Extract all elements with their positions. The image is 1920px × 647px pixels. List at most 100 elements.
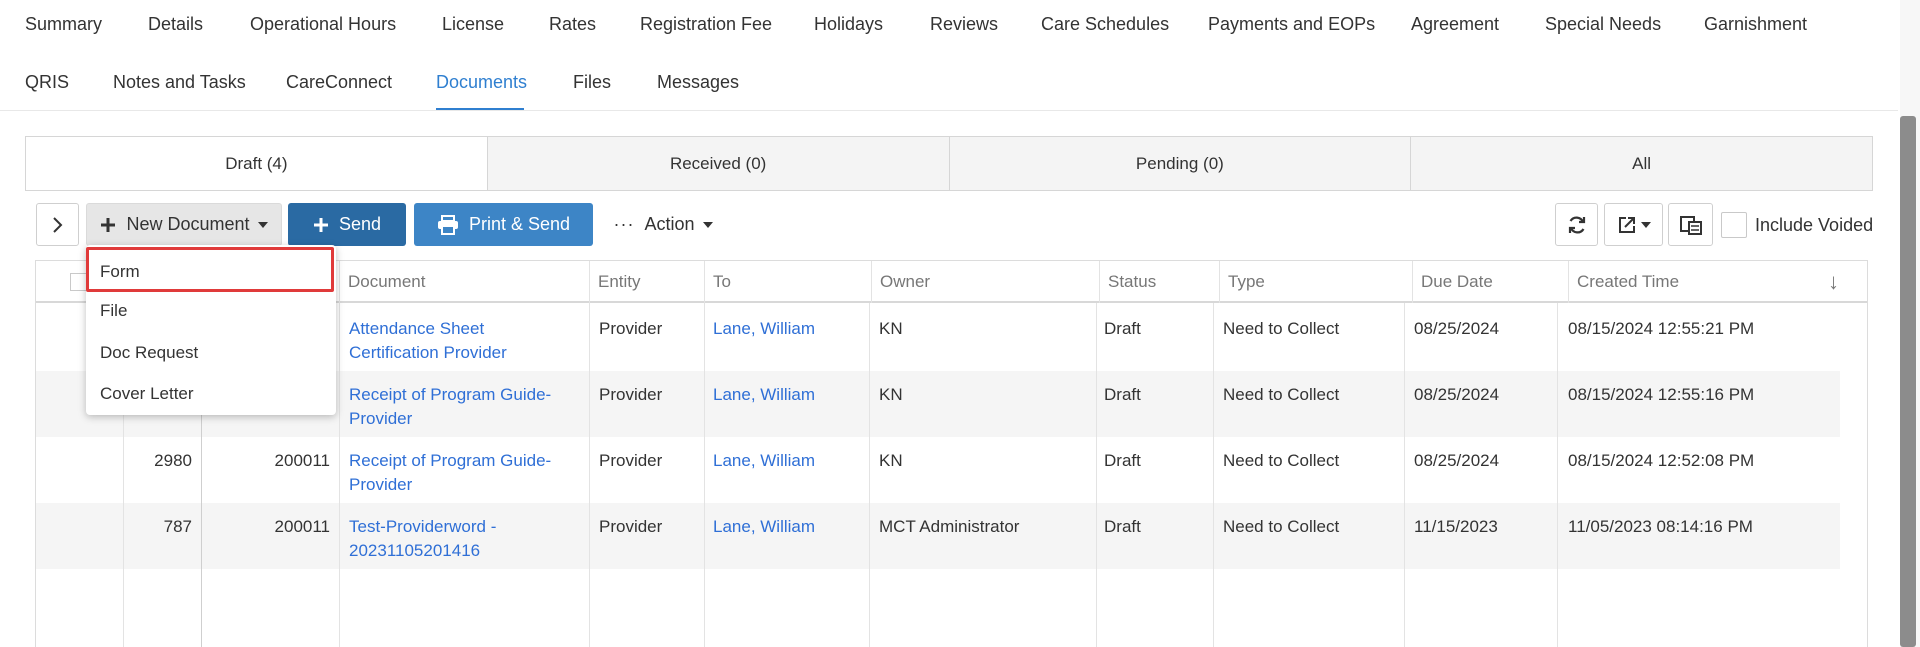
send-label: Send	[338, 214, 382, 234]
column-chooser-icon	[1679, 215, 1702, 235]
cell-entity: Provider	[599, 385, 663, 404]
column-header-type[interactable]: Type	[1219, 261, 1412, 303]
nav-qris[interactable]: QRIS	[25, 58, 69, 106]
document-line-2: Provider	[349, 475, 413, 494]
table-row[interactable]: 787 200011 Test-Providerword - 2023110520…	[36, 503, 1840, 569]
document-line-1: Attendance Sheet	[349, 319, 485, 338]
cell-entity: Provider	[599, 451, 663, 470]
action-menu-button[interactable]: ··· Action	[604, 203, 722, 246]
plus-icon	[100, 217, 116, 233]
nav-holidays[interactable]: Holidays	[814, 0, 883, 48]
include-voided-label: Include Voided	[1755, 214, 1874, 235]
column-header-status[interactable]: Status	[1099, 261, 1219, 303]
printer-icon	[437, 214, 459, 235]
scrollbar-track[interactable]	[1900, 0, 1920, 647]
cell-owner: KN	[879, 451, 903, 470]
cell-entity: Provider	[599, 319, 663, 338]
cell-to-link[interactable]: Lane, William	[713, 515, 815, 539]
nav-license[interactable]: License	[442, 0, 504, 48]
cell-type: Need to Collect	[1223, 385, 1340, 404]
column-header-to[interactable]: To	[704, 261, 871, 303]
cell-due-date: 08/25/2024	[1414, 451, 1500, 470]
column-header-entity[interactable]: Entity	[589, 261, 704, 303]
cell-id: 2980	[154, 451, 192, 470]
cell-type: Need to Collect	[1223, 517, 1340, 536]
nav-garnishment[interactable]: Garnishment	[1704, 0, 1807, 48]
menu-item-cover-letter[interactable]: Cover Letter	[100, 384, 194, 404]
cell-document-link[interactable]: Attendance Sheet Certification Provider	[349, 317, 507, 365]
grid-divider	[1096, 303, 1097, 647]
column-chooser-button[interactable]	[1668, 203, 1713, 246]
cell-document-link[interactable]: Receipt of Program Guide- Provider	[349, 449, 551, 497]
nav-care-schedules[interactable]: Care Schedules	[1041, 0, 1169, 48]
cell-status: Draft	[1104, 451, 1141, 470]
nav-summary[interactable]: Summary	[25, 0, 102, 48]
chevron-right-icon	[52, 216, 62, 233]
menu-item-file[interactable]: File	[100, 301, 127, 321]
nav-agreement[interactable]: Agreement	[1411, 0, 1499, 48]
subtab-pending[interactable]: Pending (0)	[950, 137, 1412, 190]
grid-divider	[1557, 303, 1558, 647]
nav-reviews[interactable]: Reviews	[930, 0, 998, 48]
menu-item-form[interactable]: Form	[100, 262, 140, 282]
cell-owner: KN	[879, 385, 903, 404]
nav-registration-fee[interactable]: Registration Fee	[640, 0, 772, 48]
cell-code: 200011	[274, 451, 330, 470]
table-row[interactable]: 2980 200011 Receipt of Program Guide- Pro…	[36, 437, 1840, 503]
cell-owner: MCT Administrator	[879, 517, 1020, 536]
cell-owner: KN	[879, 319, 903, 338]
subtab-received[interactable]: Received (0)	[488, 137, 950, 190]
document-line-1: Test-Providerword -	[349, 517, 497, 536]
expand-panel-button[interactable]	[36, 203, 79, 246]
column-header-owner[interactable]: Owner	[871, 261, 1099, 303]
cell-created-time: 08/15/2024 12:55:21 PM	[1568, 319, 1755, 338]
subtab-draft[interactable]: Draft (4)	[26, 137, 488, 190]
cell-to-link[interactable]: Lane, William	[713, 317, 815, 341]
print-send-label: Print & Send	[468, 214, 571, 234]
nav-messages[interactable]: Messages	[657, 58, 739, 106]
new-document-button[interactable]: New Document	[86, 203, 282, 246]
new-document-label: New Document	[126, 214, 250, 234]
cell-to-link[interactable]: Lane, William	[713, 383, 815, 407]
document-line-2: 20231105201416	[349, 541, 481, 560]
cell-code: 200011	[274, 517, 330, 536]
send-button[interactable]: Send	[288, 203, 406, 246]
menu-item-doc-request[interactable]: Doc Request	[100, 343, 198, 363]
document-line-2: Certification Provider	[349, 343, 507, 362]
sort-descending-icon[interactable]: ↓	[1828, 269, 1839, 295]
cell-document-link[interactable]: Receipt of Program Guide- Provider	[349, 383, 551, 431]
cell-created-time: 08/15/2024 12:55:16 PM	[1568, 385, 1755, 404]
scrollbar-thumb[interactable]	[1900, 116, 1916, 647]
cell-to-link[interactable]: Lane, William	[713, 449, 815, 473]
nav-operational-hours[interactable]: Operational Hours	[250, 0, 396, 48]
nav-notes-tasks[interactable]: Notes and Tasks	[113, 58, 246, 106]
nav-documents[interactable]: Documents	[436, 58, 527, 106]
caret-down-icon	[257, 221, 268, 228]
column-header-due-date[interactable]: Due Date	[1412, 261, 1568, 303]
cell-id: 787	[163, 517, 192, 536]
nav-rates[interactable]: Rates	[549, 0, 596, 48]
cell-status: Draft	[1104, 517, 1141, 536]
nav-special-needs[interactable]: Special Needs	[1545, 0, 1661, 48]
document-status-tabs: Draft (4) Received (0) Pending (0) All	[25, 136, 1873, 191]
subtab-all[interactable]: All	[1411, 137, 1872, 190]
nav-payments-eops[interactable]: Payments and EOPs	[1208, 0, 1375, 48]
cell-due-date: 11/15/2023	[1414, 517, 1498, 536]
nav-careconnect[interactable]: CareConnect	[286, 58, 392, 106]
cell-due-date: 08/25/2024	[1414, 319, 1500, 338]
document-line-2: Provider	[349, 409, 413, 428]
include-voided-toggle[interactable]: Include Voided	[1721, 212, 1873, 238]
column-header-document[interactable]: Document	[339, 261, 589, 303]
refresh-button[interactable]	[1555, 203, 1598, 246]
cell-document-link[interactable]: Test-Providerword - 20231105201416	[349, 515, 496, 563]
nav-files[interactable]: Files	[573, 58, 611, 106]
caret-down-icon	[1640, 221, 1651, 228]
cell-created-time: 11/05/2023 08:14:16 PM	[1568, 517, 1753, 536]
export-button[interactable]	[1604, 203, 1663, 246]
cell-status: Draft	[1104, 319, 1141, 338]
print-send-button[interactable]: Print & Send	[414, 203, 593, 246]
include-voided-checkbox[interactable]	[1721, 212, 1747, 238]
nav-details[interactable]: Details	[148, 0, 203, 48]
grid-divider	[1213, 303, 1214, 647]
column-header-created-time[interactable]: Created Time	[1568, 261, 1867, 303]
